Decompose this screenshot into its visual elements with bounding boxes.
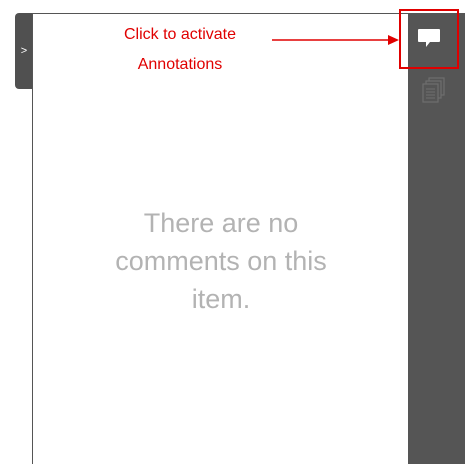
- comments-panel: There are no comments on this item.: [32, 13, 408, 464]
- callout-text: Click to activate Annotations: [100, 20, 260, 80]
- speech-bubble-icon: [418, 29, 440, 47]
- empty-comments-message: There are no comments on this item.: [115, 208, 327, 314]
- collapse-panel-tab[interactable]: >: [15, 13, 33, 89]
- annotations-button[interactable]: [399, 9, 459, 69]
- stacked-pages-icon: [422, 77, 445, 103]
- collapse-tab-label: >: [20, 45, 28, 57]
- callout-line-1: Click to activate: [123, 26, 237, 43]
- pages-button[interactable]: [419, 76, 447, 104]
- annotations-screen: > There are no comments on this item. Cl…: [0, 0, 465, 464]
- callout-line-2: Annotations: [137, 56, 223, 73]
- callout-arrow: [272, 35, 399, 45]
